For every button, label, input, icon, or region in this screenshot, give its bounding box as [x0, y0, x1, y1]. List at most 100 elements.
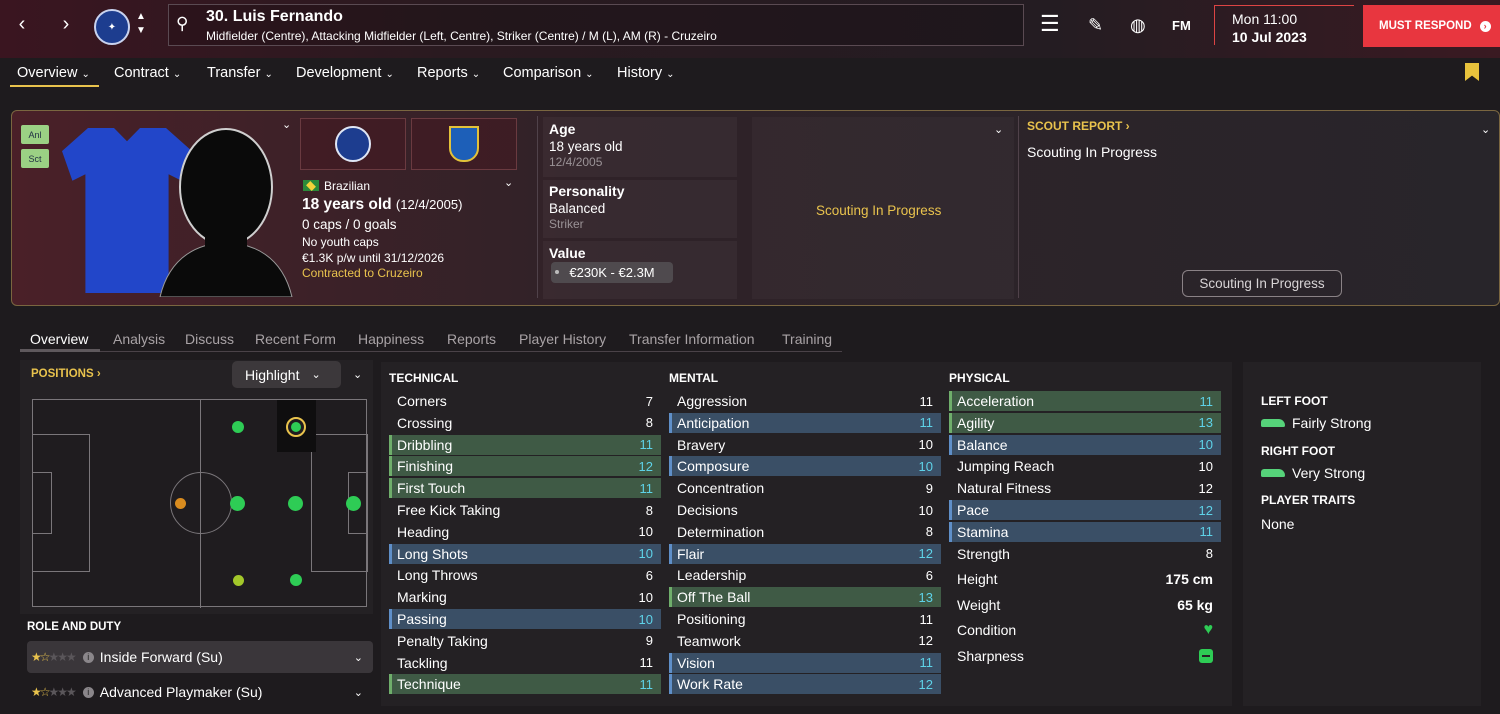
forward-arrow-icon[interactable]: › [56, 13, 76, 36]
club-crest-icon[interactable]: ✦ [94, 9, 130, 45]
attribute-row[interactable]: Long Shots 10 [389, 543, 661, 564]
role-row[interactable]: ★☆★★★ i Advanced Playmaker (Su) ⌄ [27, 676, 373, 708]
attribute-row[interactable]: Concentration 9 [669, 478, 941, 498]
nation-badge-box[interactable] [411, 118, 517, 170]
attribute-row[interactable]: Decisions 10 [669, 500, 941, 520]
attribute-row[interactable]: Stamina 11 [949, 521, 1221, 542]
attribute-row[interactable]: Balance 10 [949, 434, 1221, 455]
attribute-row[interactable]: Penalty Taking 9 [389, 631, 661, 651]
bookmark-icon[interactable] [1465, 63, 1479, 81]
attribute-row[interactable]: Strength 8 [949, 544, 1221, 564]
attribute-row[interactable]: Technique 11 [389, 674, 661, 695]
chevron-down-icon[interactable]: ⌄ [994, 123, 1003, 136]
tab-discuss[interactable]: Discuss [185, 331, 234, 347]
attribute-row[interactable]: Natural Fitness 12 [949, 478, 1221, 498]
scouting-in-progress-button[interactable]: Scouting In Progress [1182, 270, 1342, 297]
attribute-row[interactable]: Positioning 11 [669, 609, 941, 629]
position-dot[interactable] [175, 498, 186, 509]
attribute-row[interactable]: Anticipation 11 [669, 412, 941, 433]
must-respond-button[interactable]: MUST RESPOND › [1363, 5, 1500, 47]
attribute-row[interactable]: Aggression 11 [669, 391, 941, 411]
menu-contract[interactable]: Contract ⌄ [114, 65, 181, 81]
back-arrow-icon[interactable]: ‹ [12, 13, 32, 36]
attribute-row[interactable]: Marking 10 [389, 587, 661, 607]
attribute-row[interactable]: Jumping Reach 10 [949, 456, 1221, 476]
attribute-row[interactable]: First Touch 11 [389, 478, 661, 499]
position-dot[interactable] [290, 574, 302, 586]
position-dot[interactable] [230, 496, 245, 511]
attribute-row[interactable]: Long Throws 6 [389, 565, 661, 585]
attribute-row[interactable]: Determination 8 [669, 522, 941, 542]
scout-report-link[interactable]: SCOUT REPORT › [1027, 119, 1130, 133]
attribute-row-height[interactable]: Height 175 cm [949, 569, 1221, 589]
chevron-down-icon[interactable]: ⌄ [504, 176, 513, 189]
attribute-row[interactable]: Work Rate 12 [669, 674, 941, 695]
tab-training[interactable]: Training [782, 331, 832, 347]
analyst-tag[interactable]: Anl [21, 125, 49, 144]
positions-link[interactable]: POSITIONS › [31, 368, 101, 380]
attribute-row[interactable]: Composure 10 [669, 456, 941, 477]
tab-recent-form[interactable]: Recent Form [255, 331, 336, 347]
highlight-dropdown[interactable]: Highlight ⌄ [232, 361, 341, 388]
attribute-row[interactable]: Passing 10 [389, 609, 661, 629]
menu-reports[interactable]: Reports ⌄ [417, 65, 480, 81]
chevron-down-icon[interactable]: ⌄ [282, 118, 291, 131]
chevron-down-icon[interactable]: ⌄ [354, 651, 363, 664]
tab-transfer-information[interactable]: Transfer Information [629, 331, 755, 347]
chevron-down-icon[interactable]: ⌄ [1481, 123, 1490, 136]
tab-overview[interactable]: Overview [30, 331, 88, 347]
tab-player-history[interactable]: Player History [519, 331, 606, 347]
chevron-down-icon[interactable]: ⌄ [353, 368, 362, 381]
attr-value: 10 [1198, 437, 1213, 453]
menu-comparison[interactable]: Comparison ⌄ [503, 65, 594, 81]
menu-history[interactable]: History ⌄ [617, 65, 675, 81]
attribute-row[interactable]: Crossing 8 [389, 413, 661, 433]
hamburger-menu-icon[interactable]: ☰ [1040, 11, 1060, 37]
attribute-row[interactable]: Pace 12 [949, 500, 1221, 520]
attribute-row[interactable]: Vision 11 [669, 652, 941, 673]
attribute-row[interactable]: Tackling 11 [389, 653, 661, 673]
attribute-row-condition[interactable]: Condition ♥ [949, 620, 1221, 640]
pencil-icon[interactable]: ✎ [1088, 15, 1103, 36]
menu-development[interactable]: Development ⌄ [296, 65, 394, 81]
attribute-row[interactable]: Dribbling 11 [389, 434, 661, 455]
position-dot-selected[interactable] [286, 417, 306, 437]
position-dot[interactable] [233, 575, 244, 586]
attribute-row[interactable]: Heading 10 [389, 522, 661, 542]
globe-icon[interactable]: ◍ [1130, 15, 1146, 36]
position-dot[interactable] [232, 421, 244, 433]
tab-happiness[interactable]: Happiness [358, 331, 424, 347]
value-range-pill[interactable]: €230K - €2.3M [551, 262, 673, 283]
attribute-row[interactable]: Corners 7 [389, 391, 661, 411]
attribute-row[interactable]: Leadership 6 [669, 565, 941, 585]
attr-value: 175 cm [1165, 571, 1213, 587]
contract-status[interactable]: Contracted to Cruzeiro [302, 266, 423, 280]
attribute-row-sharpness[interactable]: Sharpness [949, 646, 1221, 666]
attribute-row[interactable]: Bravery 10 [669, 435, 941, 455]
player-switch-arrows-icon[interactable]: ▲ ▼ [136, 10, 146, 38]
attribute-row[interactable]: Off The Ball 13 [669, 587, 941, 608]
attribute-row[interactable]: Finishing 12 [389, 456, 661, 477]
tab-reports[interactable]: Reports [447, 331, 496, 347]
info-icon[interactable]: i [82, 686, 94, 698]
info-icon[interactable]: i [82, 651, 94, 663]
chevron-down-icon[interactable]: ⌄ [354, 686, 363, 699]
position-dot[interactable] [288, 496, 303, 511]
tab-analysis[interactable]: Analysis [113, 331, 165, 347]
menu-transfer[interactable]: Transfer ⌄ [207, 65, 273, 81]
menu-overview[interactable]: Overview ⌄ [17, 65, 90, 81]
position-dot[interactable] [346, 496, 361, 511]
attribute-row[interactable]: Agility 13 [949, 412, 1221, 433]
physical-title: PHYSICAL [949, 371, 1010, 385]
search-icon[interactable]: ⚲ [176, 14, 188, 34]
role-row[interactable]: ★☆★★★ i Inside Forward (Su) ⌄ [27, 641, 373, 673]
attribute-row[interactable]: Teamwork 12 [669, 631, 941, 651]
player-silhouette-image [159, 128, 293, 297]
scout-tag[interactable]: Sct [21, 149, 49, 168]
attribute-row[interactable]: Flair 12 [669, 543, 941, 564]
attribute-row[interactable]: Free Kick Taking 8 [389, 500, 661, 520]
attribute-row[interactable]: Acceleration 11 [949, 391, 1221, 411]
attribute-row-weight[interactable]: Weight 65 kg [949, 595, 1221, 615]
club-badge-box[interactable] [300, 118, 406, 170]
fm-logo[interactable]: FM [1172, 18, 1191, 33]
